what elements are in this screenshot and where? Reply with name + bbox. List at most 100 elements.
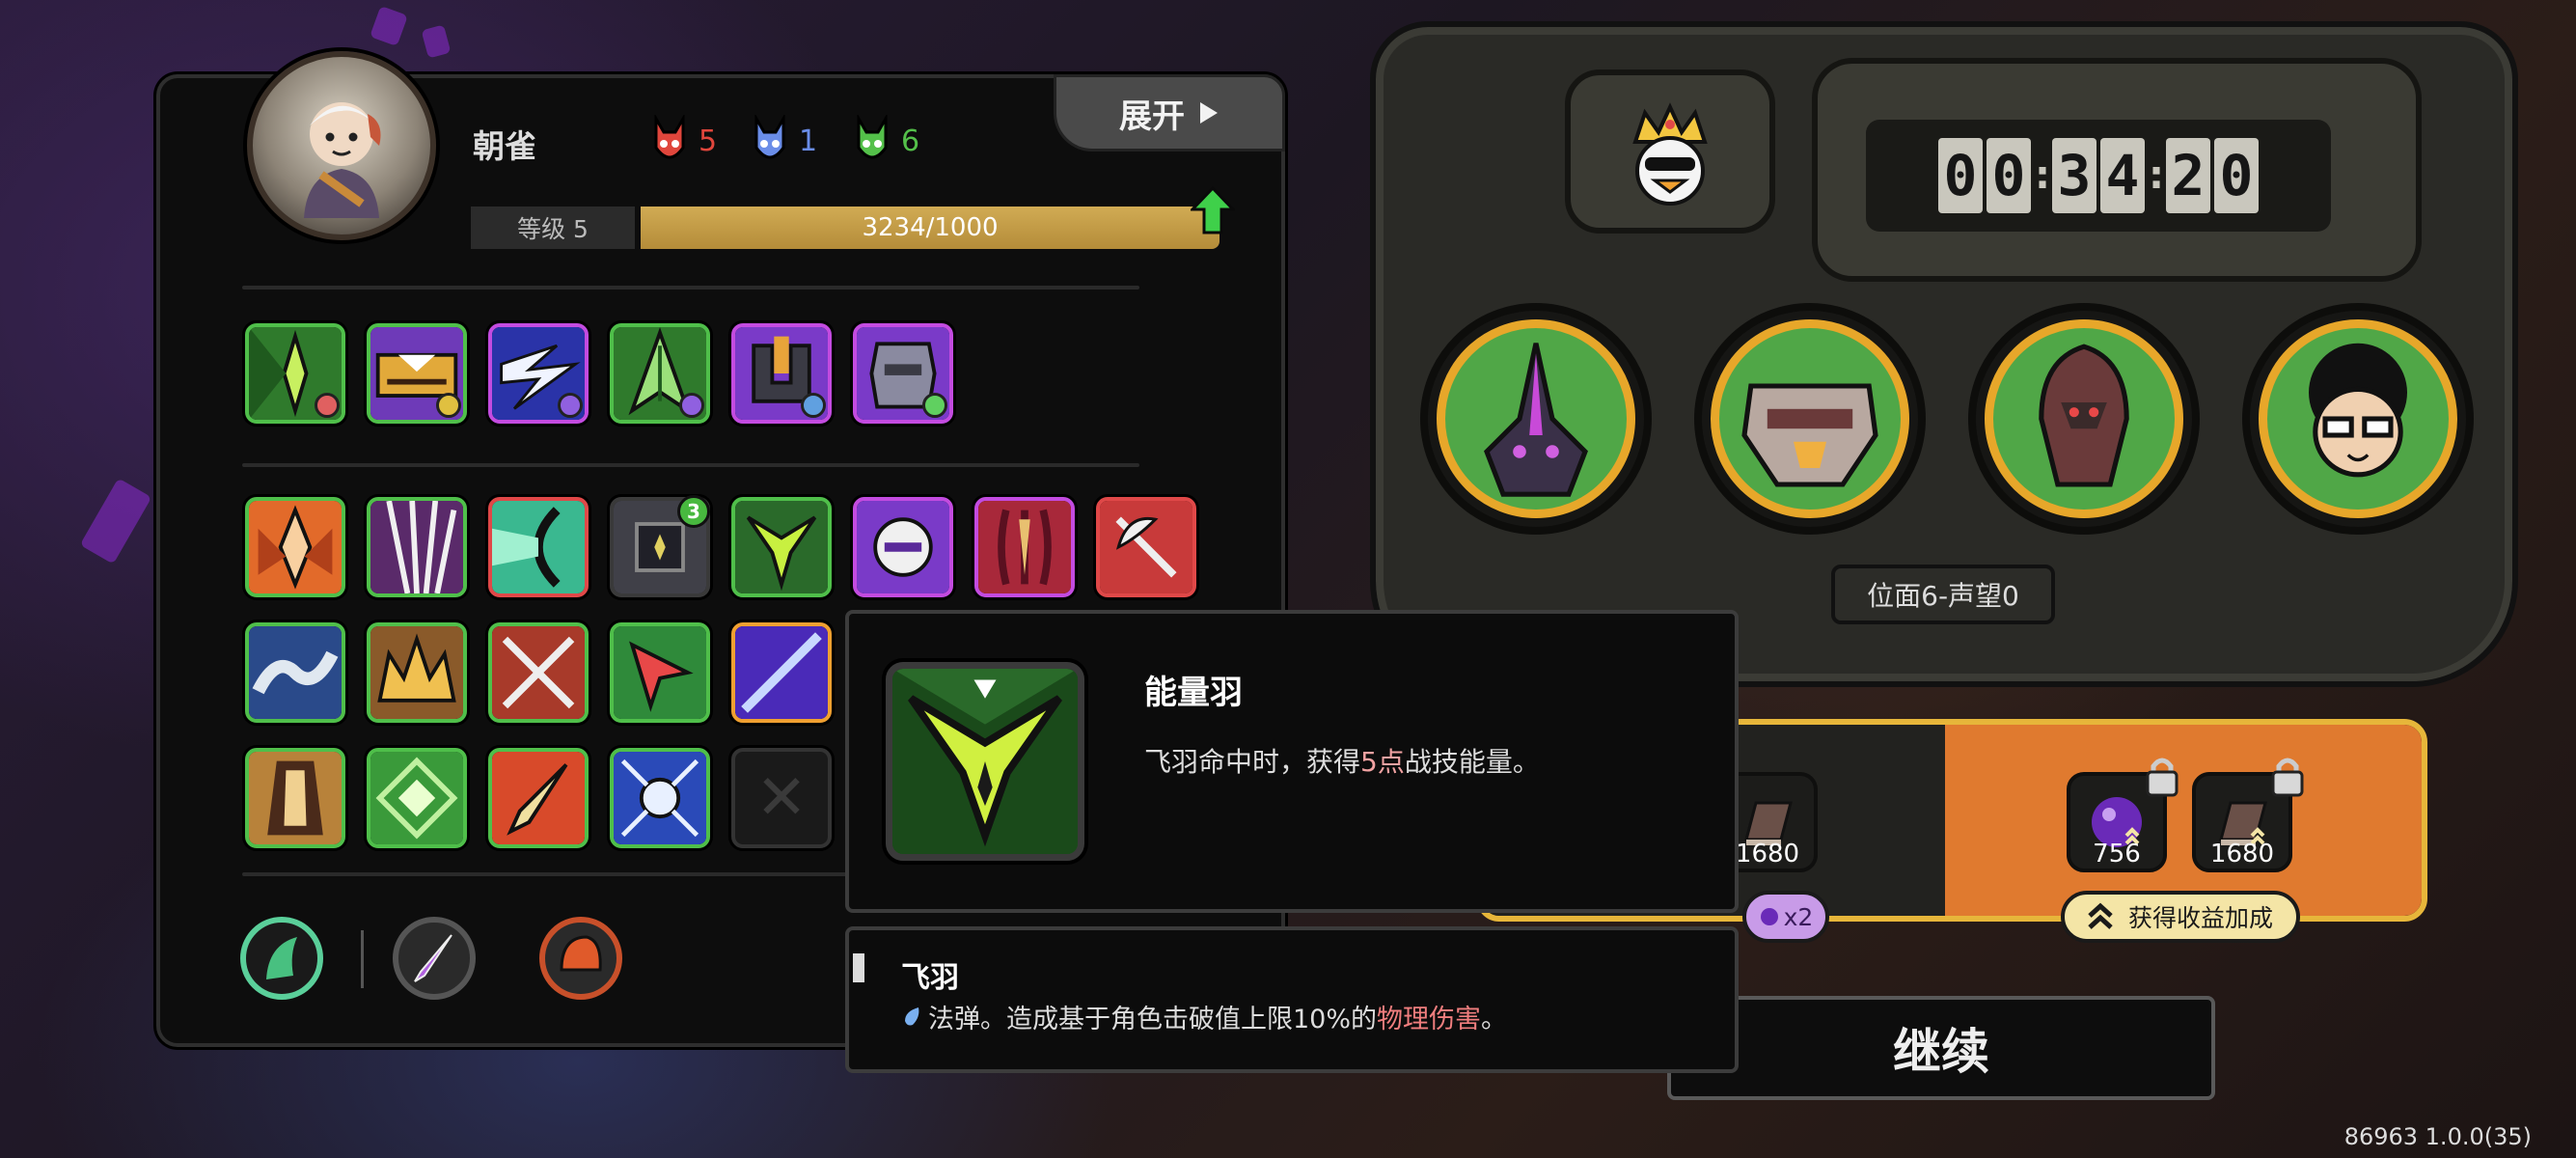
- skill-slot[interactable]: [367, 748, 467, 848]
- multiplier-chip: x2: [1742, 891, 1829, 943]
- type-badge: [801, 393, 826, 418]
- skill-slot[interactable]: [488, 748, 589, 848]
- flame-spear-icon: [492, 752, 585, 844]
- party-portrait: [1711, 319, 1909, 518]
- equipment-slot[interactable]: [367, 323, 467, 424]
- blue-mask-counter: 1: [751, 115, 817, 167]
- skill-slot[interactable]: [245, 497, 345, 597]
- play-arrow-icon: [1200, 102, 1218, 124]
- purple-orb-icon: [1760, 908, 1778, 925]
- earth-pillar-icon: [249, 752, 342, 844]
- serpent-icon: [249, 626, 342, 719]
- equipment-slot[interactable]: [610, 323, 710, 424]
- tooltip-description: 飞羽命中时，获得5点战技能量。: [1144, 741, 1540, 780]
- crossed-swords-icon: [492, 626, 585, 719]
- skill-slot[interactable]: [245, 622, 345, 723]
- subtip-description: 法弹。造成基于角色击破值上限10%的物理伤害。: [901, 998, 1507, 1035]
- timer-colon: :: [2035, 153, 2050, 198]
- glasses-hero-icon: [2309, 343, 2407, 478]
- skill-tooltip: 能量羽 飞羽命中时，获得5点战技能量。: [845, 610, 1739, 913]
- character-portrait-icon: [304, 102, 381, 218]
- skill-slot[interactable]: [853, 497, 953, 597]
- type-badge: [679, 393, 704, 418]
- green-mask-icon: [857, 115, 888, 159]
- bg-crystal: [421, 24, 452, 59]
- divider: [242, 463, 1139, 467]
- timer-digit: 3: [2052, 138, 2096, 213]
- equipment-slot[interactable]: [731, 323, 832, 424]
- bonus-book-value: 1680: [2209, 840, 2275, 868]
- helmet-ability-icon[interactable]: [538, 916, 623, 1001]
- multiplier-label: x2: [1783, 902, 1814, 931]
- crown-duck-icon: [1632, 102, 1708, 206]
- green-mask-count: 6: [901, 124, 920, 158]
- double-chevron-up-icon: [2088, 902, 2113, 929]
- green-ability-icon[interactable]: [239, 916, 324, 1001]
- subtip-marker: [853, 953, 864, 982]
- shock-orb-icon: [614, 752, 706, 844]
- skill-slot[interactable]: [367, 622, 467, 723]
- xp-bar: 3234/1000: [641, 207, 1219, 249]
- skill-slot[interactable]: [1096, 497, 1196, 597]
- continue-button[interactable]: 继续: [1667, 996, 2215, 1100]
- level-label: 等级 5: [471, 207, 635, 249]
- red-mask-counter: 5: [650, 115, 717, 167]
- empty-x-icon: ✕: [755, 762, 808, 834]
- skill-slot[interactable]: [974, 497, 1075, 597]
- party-member-4[interactable]: [2242, 303, 2474, 535]
- xp-text: 3234/1000: [862, 213, 999, 242]
- skill-slot[interactable]: [731, 497, 832, 597]
- tooltip-title: 能量羽: [1144, 674, 1243, 712]
- skill-slot[interactable]: [610, 748, 710, 848]
- bg-crystal: [370, 5, 408, 47]
- level-up-arrow-icon[interactable]: [1191, 186, 1235, 234]
- timer-digit: 4: [2100, 138, 2145, 213]
- skill-slot[interactable]: [488, 622, 589, 723]
- party-member-3[interactable]: [1968, 303, 2200, 535]
- bonus-chip[interactable]: 获得收益加成: [2061, 891, 2300, 943]
- type-badge: [922, 393, 947, 418]
- character-avatar[interactable]: [247, 51, 436, 240]
- party-portrait: [1985, 319, 2183, 518]
- equipment-slot[interactable]: [853, 323, 953, 424]
- equipment-slot[interactable]: [245, 323, 345, 424]
- expand-button[interactable]: 展开: [1054, 74, 1285, 152]
- green-mask-counter: 6: [853, 115, 919, 167]
- lock-icon: [2271, 758, 2304, 797]
- timer-display: 0 0 : 3 4 : 2 0: [1866, 120, 2331, 232]
- party-member-2[interactable]: [1694, 303, 1926, 535]
- red-mask-icon: [654, 115, 685, 159]
- shield-wave-icon: [492, 501, 585, 593]
- skill-slot[interactable]: [245, 748, 345, 848]
- version-label: 86963 1.0.0(35): [2343, 1123, 2532, 1150]
- empty-skill-slot[interactable]: ✕: [731, 748, 832, 848]
- reward-bonus: [1945, 725, 2422, 916]
- bg-crystal: [79, 478, 152, 565]
- dark-horn-hero-icon: [1484, 343, 1588, 497]
- separator: [361, 930, 364, 988]
- dagger-ability-icon[interactable]: [392, 916, 477, 1001]
- timer-digit: 0: [1938, 138, 1983, 213]
- skill-slot[interactable]: [367, 497, 467, 597]
- timer-digit: 0: [2214, 138, 2259, 213]
- projectile-icon: [905, 1006, 919, 1025]
- crown-emblem[interactable]: [1565, 69, 1775, 234]
- lock-icon: [2146, 758, 2179, 797]
- skill-slot[interactable]: [731, 622, 832, 723]
- energy-feather-icon: [735, 501, 828, 593]
- blue-mask-count: 1: [799, 124, 818, 158]
- character-name: 朝雀: [473, 127, 536, 165]
- tooltip-desc-text: 飞羽命中时，获得: [1144, 746, 1361, 778]
- red-arrow-icon: [614, 626, 706, 719]
- timer-digit: 2: [2166, 138, 2210, 213]
- equipment-slot[interactable]: [488, 323, 589, 424]
- party-member-1[interactable]: [1420, 303, 1652, 535]
- explosion-crown-icon: [370, 626, 463, 719]
- timer-digit: 0: [1987, 138, 2031, 213]
- spiked-orb-icon: [857, 501, 949, 593]
- subtip-desc-text: 法弹。造成基于角色击破值上限10%的: [928, 1005, 1378, 1034]
- fire-phoenix-icon: [249, 501, 342, 593]
- skill-slot[interactable]: [488, 497, 589, 597]
- skill-slot[interactable]: [610, 622, 710, 723]
- skill-slot[interactable]: 3: [610, 495, 710, 597]
